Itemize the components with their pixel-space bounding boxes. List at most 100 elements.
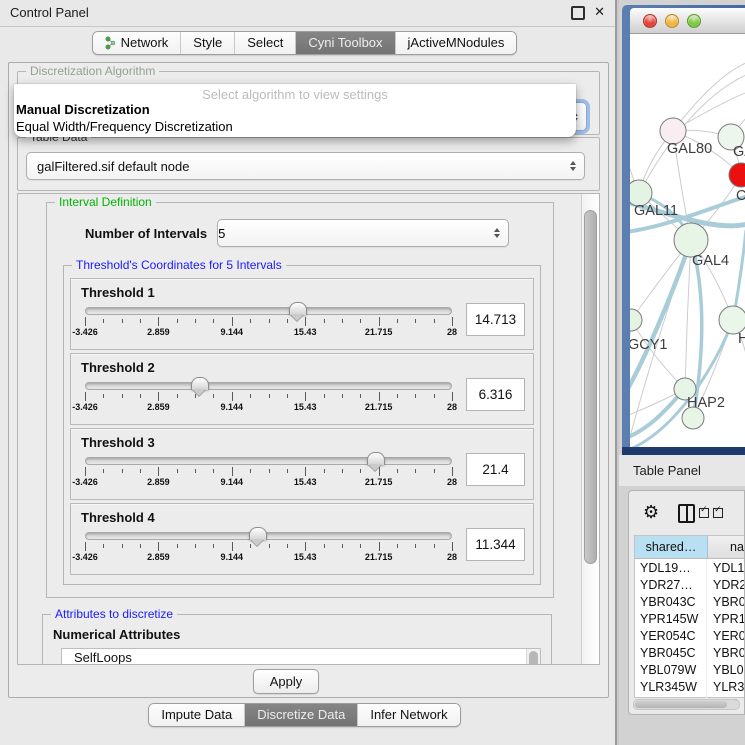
number-of-intervals-combo[interactable]: 5 xyxy=(217,219,509,247)
slider-tick-labels: -3.4262.8599.14415.4321.71528 xyxy=(85,477,452,489)
network-node[interactable] xyxy=(630,309,642,331)
threshold-value-field[interactable]: 11.344 xyxy=(466,528,525,561)
tab-select[interactable]: Select xyxy=(234,32,295,54)
tick-mark xyxy=(250,319,251,323)
interval-definition-title: Interval Definition xyxy=(55,195,156,210)
table-header-shared-name[interactable]: shared… xyxy=(635,536,708,558)
mac-zoom-button[interactable] xyxy=(687,14,701,28)
bottom-tabstrip: Impute DataDiscretize DataInfer Network xyxy=(148,703,460,727)
tab-infer-network[interactable]: Infer Network xyxy=(357,704,459,726)
float-window-icon[interactable] xyxy=(571,6,585,20)
tick-mark xyxy=(103,544,104,548)
interval-definition-group: Interval Definition Number of Intervals … xyxy=(46,202,554,598)
table-header-name[interactable]: na xyxy=(708,536,745,558)
cell-shared-name: YBR045C xyxy=(635,644,707,661)
tab-style[interactable]: Style xyxy=(180,32,234,54)
tick-mark xyxy=(85,392,86,401)
close-icon[interactable]: ✕ xyxy=(594,8,605,18)
slider-track[interactable] xyxy=(85,307,452,315)
attributes-scrollbar-thumb[interactable] xyxy=(529,651,538,664)
slider-track[interactable] xyxy=(85,382,452,390)
select-checkbox-icon[interactable] xyxy=(699,508,709,518)
tick-mark xyxy=(103,319,104,323)
table-scrollbar-thumb[interactable] xyxy=(635,701,727,708)
tick-label: 9.144 xyxy=(221,477,244,487)
slider-thumb[interactable] xyxy=(289,302,307,315)
tab-label: Select xyxy=(247,35,283,50)
numerical-attributes-list[interactable]: SelfLoopsTopologicalCoefficientBetweenne… xyxy=(61,648,541,664)
tick-mark xyxy=(177,469,178,473)
threshold-slider[interactable]: -3.4262.8599.14415.4321.71528 xyxy=(85,452,452,492)
attribute-item-selfloops[interactable]: SelfLoops xyxy=(62,649,540,664)
algorithm-option-manual-discretization[interactable]: Manual Discretization xyxy=(14,102,576,119)
gear-icon[interactable]: ⚙ xyxy=(643,504,659,522)
slider-track[interactable] xyxy=(85,532,452,540)
table-row[interactable]: YLR345WYLR3 xyxy=(635,678,745,695)
network-node[interactable] xyxy=(719,306,745,334)
table-header-row: shared… na xyxy=(635,536,745,559)
threshold-slider[interactable]: -3.4262.8599.14415.4321.71528 xyxy=(85,527,452,567)
attributes-scrollbar[interactable] xyxy=(526,649,540,664)
threshold-slider[interactable]: -3.4262.8599.14415.4321.71528 xyxy=(85,302,452,342)
combo-arrows-icon xyxy=(570,158,576,174)
slider-ticks xyxy=(85,542,452,551)
tick-mark xyxy=(360,469,361,473)
settings-scrollbar-thumb[interactable] xyxy=(584,210,597,564)
algorithm-dropdown-popup: Select algorithm to view settings Manual… xyxy=(14,84,576,137)
attributes-group-title: Attributes to discretize xyxy=(51,607,177,622)
tick-mark xyxy=(158,392,159,401)
table-row[interactable]: YER054CYER0 xyxy=(635,627,745,644)
table-row[interactable]: YBR045CYBR0 xyxy=(635,644,745,661)
tick-label: 9.144 xyxy=(221,402,244,412)
column-layout-icon[interactable] xyxy=(678,504,695,523)
tick-mark xyxy=(213,319,214,323)
tab-network[interactable]: Network xyxy=(93,32,181,54)
slider-tick-labels: -3.4262.8599.14415.4321.71528 xyxy=(85,402,452,414)
algorithm-placeholder-option[interactable]: Select algorithm to view settings xyxy=(14,87,576,102)
slider-track[interactable] xyxy=(85,457,452,465)
tick-mark xyxy=(195,544,196,548)
table-row[interactable]: YDR27…YDR2 xyxy=(635,576,745,593)
algorithm-option-equal-width-frequency-discretization[interactable]: Equal Width/Frequency Discretization xyxy=(14,119,576,136)
attribute-items: SelfLoopsTopologicalCoefficientBetweenne… xyxy=(62,649,540,664)
slider-thumb[interactable] xyxy=(367,452,385,465)
threshold-value-field[interactable]: 6.316 xyxy=(466,378,525,411)
network-edge[interactable] xyxy=(685,240,691,389)
table-row[interactable]: YDL19…YDL1 xyxy=(635,559,745,576)
table-horizontal-scrollbar[interactable] xyxy=(633,699,740,710)
tick-mark xyxy=(140,544,141,548)
tick-mark xyxy=(415,544,416,548)
panel-title: Control Panel xyxy=(10,0,89,26)
slider-thumb[interactable] xyxy=(249,527,267,540)
mac-minimize-button[interactable] xyxy=(665,14,679,28)
tick-mark xyxy=(250,469,251,473)
tick-label: 28 xyxy=(447,552,457,562)
threshold-value-field[interactable]: 21.4 xyxy=(466,453,525,486)
tick-mark xyxy=(177,544,178,548)
tick-label: 15.43 xyxy=(294,477,317,487)
cell-shared-name: YBL079W xyxy=(635,661,707,678)
tab-jactivemnodules[interactable]: jActiveMNodules xyxy=(395,32,517,54)
threshold-value-field[interactable]: 14.713 xyxy=(466,303,525,336)
network-node[interactable] xyxy=(674,223,708,257)
table-row[interactable]: YBR043CYBR0 xyxy=(635,593,745,610)
slider-thumb[interactable] xyxy=(191,377,209,390)
tick-label: 15.43 xyxy=(294,327,317,337)
apply-button[interactable]: Apply xyxy=(253,669,319,694)
network-canvas[interactable]: GAL80GACGAL11GAL4GCY1HHAP2 xyxy=(630,34,745,447)
network-edge[interactable] xyxy=(673,62,745,131)
cell-shared-name: YPR145W xyxy=(635,610,707,627)
tab-cyni-toolbox[interactable]: Cyni Toolbox xyxy=(295,32,394,54)
select-all-checkbox-icon[interactable] xyxy=(713,508,723,518)
tab-impute-data[interactable]: Impute Data xyxy=(149,704,244,726)
table-row[interactable]: YBL079WYBL0 xyxy=(635,661,745,678)
cell-name: YDL1 xyxy=(707,559,745,576)
settings-vertical-scrollbar[interactable] xyxy=(581,194,599,664)
tick-mark xyxy=(452,317,453,326)
table-row[interactable]: YPR145WYPR1 xyxy=(635,610,745,627)
tick-mark xyxy=(232,317,233,326)
threshold-slider[interactable]: -3.4262.8599.14415.4321.71528 xyxy=(85,377,452,417)
tab-discretize-data[interactable]: Discretize Data xyxy=(244,704,357,726)
table-data-combo[interactable]: galFiltered.sif default node xyxy=(26,152,585,180)
mac-close-button[interactable] xyxy=(643,14,657,28)
